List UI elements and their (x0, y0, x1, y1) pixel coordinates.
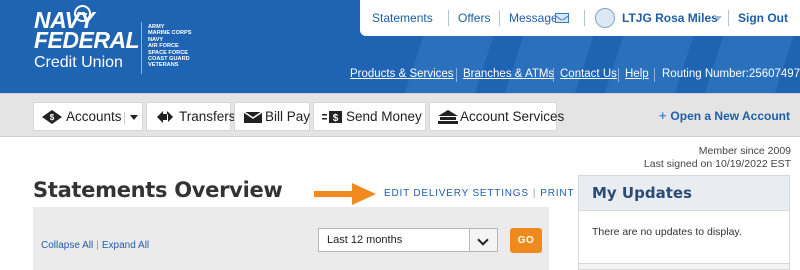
logo-divider (141, 22, 142, 74)
divider (618, 68, 619, 82)
print-link[interactable]: PRINT (540, 188, 574, 199)
send-money-label: Send Money (346, 109, 422, 124)
user-menu[interactable]: LTJG Rosa Miles (622, 11, 718, 25)
branch-veterans: VETERANS (148, 62, 179, 69)
branch-marine-corps: MARINE CORPS (148, 30, 192, 37)
routing-number: Routing Number:256074974 (662, 68, 800, 80)
main-toolbar: $ Accounts Transfers Bill Pay $ Send Mon… (0, 93, 800, 137)
divider (553, 68, 554, 82)
nav-contact-us[interactable]: Contact Us (560, 68, 617, 80)
nav-products-services[interactable]: Products & Services (350, 68, 454, 80)
logo-line-2: FEDERAL (34, 27, 140, 53)
divider (654, 68, 655, 82)
period-select[interactable]: Last 12 months (318, 228, 498, 252)
panel-footer (579, 263, 789, 269)
transfers-label: Transfers (179, 109, 236, 124)
open-new-account-label: Open a New Account (670, 109, 790, 123)
chevron-down-icon[interactable] (469, 229, 497, 251)
transfers-button[interactable]: Transfers (146, 102, 236, 131)
go-button[interactable]: GO (510, 228, 542, 253)
utility-bar: Statements Offers Messages LTJG Rosa Mil… (360, 0, 800, 36)
user-avatar-icon[interactable] (595, 8, 615, 28)
chevron-down-icon[interactable] (714, 16, 722, 21)
collapse-expand-controls: Collapse All | Expand All (41, 240, 149, 251)
seal-icon (74, 5, 91, 22)
send-money-icon: $ (322, 111, 342, 124)
bank-icon (438, 110, 458, 124)
statements-link[interactable]: Statements (372, 11, 433, 25)
divider (456, 68, 457, 82)
divider (584, 10, 585, 26)
expand-all-link[interactable]: Expand All (102, 240, 149, 251)
plus-icon: + (658, 108, 667, 123)
edit-delivery-settings-link[interactable]: EDIT DELIVERY SETTINGS (384, 188, 529, 199)
account-services-label: Account Services (460, 109, 565, 124)
send-money-button[interactable]: $ Send Money (313, 102, 426, 131)
sign-out-link[interactable]: Sign Out (738, 11, 788, 25)
my-updates-panel: My Updates There are no updates to displ… (578, 175, 790, 270)
member-since: Member since 2009 (698, 145, 791, 157)
logo-line-3: Credit Union (34, 54, 123, 71)
page-title: Statements Overview (33, 178, 283, 202)
nav-branches-atms[interactable]: Branches & ATMs (463, 68, 554, 80)
envelope-money-icon (243, 111, 263, 123)
chevron-down-icon[interactable] (130, 115, 138, 120)
period-select-value: Last 12 months (327, 234, 403, 246)
site-header: NAVY FEDERAL Credit Union ARMY MARINE CO… (0, 0, 800, 93)
svg-text:$: $ (333, 113, 339, 124)
collapse-all-link[interactable]: Collapse All (41, 240, 93, 251)
my-updates-empty-message: There are no updates to display. (592, 226, 742, 238)
nav-help[interactable]: Help (625, 68, 649, 80)
account-services-button[interactable]: Account Services (429, 102, 564, 131)
statements-filter-bar: Collapse All | Expand All Last 12 months G… (33, 207, 549, 270)
service-branches: ARMY MARINE CORPS NAVY AIR FORCE SPACE F… (148, 24, 192, 69)
statement-actions: EDIT DELIVERY SETTINGS | PRINT (384, 188, 574, 199)
bill-pay-label: Bill Pay (265, 109, 311, 124)
member-info: Member since 2009 Last signed on 10/19/2… (644, 145, 791, 171)
accounts-label: Accounts (66, 109, 122, 124)
divider (448, 10, 449, 26)
last-signed-on: Last signed on 10/19/2022 EST (643, 158, 791, 170)
divider: | (96, 240, 99, 251)
open-new-account-link[interactable]: + Open a New Account (659, 108, 790, 123)
mail-icon[interactable] (555, 13, 569, 23)
transfer-arrows-icon (157, 111, 173, 123)
divider (124, 112, 125, 124)
offers-link[interactable]: Offers (458, 11, 490, 25)
svg-text:$: $ (50, 113, 55, 122)
accounts-button[interactable]: $ Accounts (33, 102, 143, 131)
divider: | (532, 188, 537, 199)
divider (499, 10, 500, 26)
divider (728, 10, 729, 26)
money-icon: $ (42, 110, 62, 124)
bill-pay-button[interactable]: Bill Pay (234, 102, 310, 131)
my-updates-title: My Updates (579, 176, 789, 211)
arrow-right-icon (314, 183, 376, 205)
